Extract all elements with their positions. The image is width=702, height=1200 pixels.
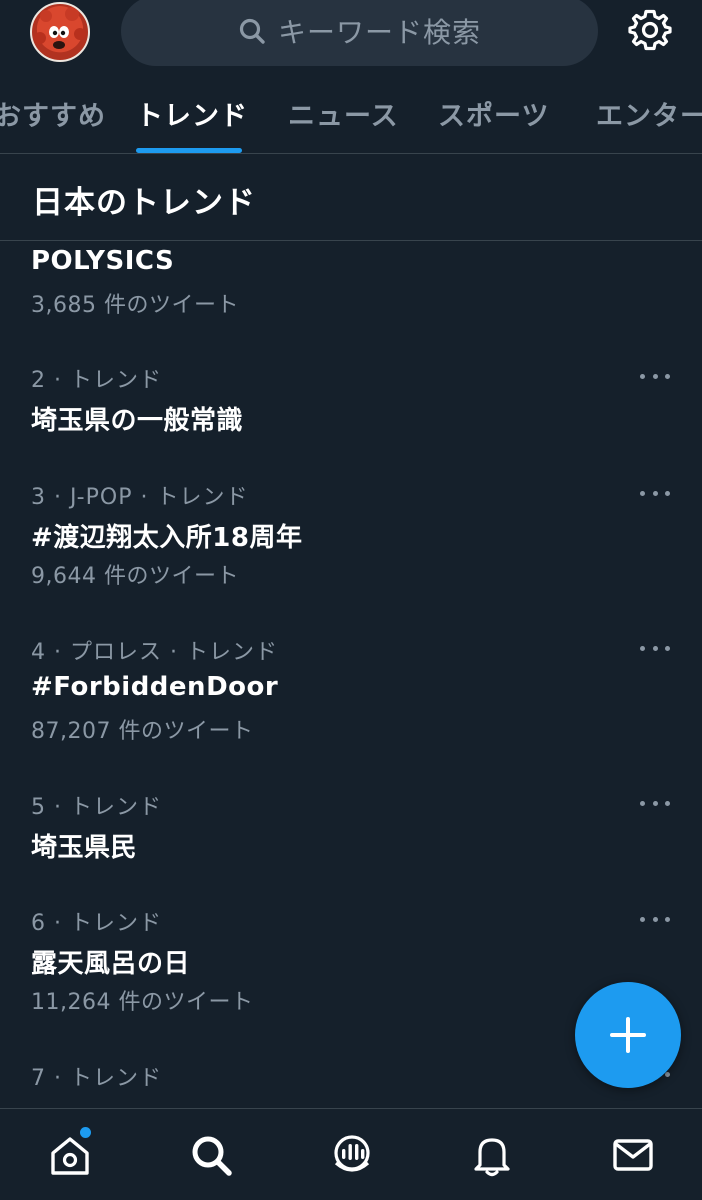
section-header: 日本のトレンド [0,155,702,241]
search-placeholder: キーワード検索 [277,16,481,49]
mail-icon [613,1139,653,1171]
nav-messages[interactable] [611,1133,655,1177]
tab-bar: おすすめ トレンド ニュース スポーツ エンターテイメント [0,80,702,154]
search-icon [192,1136,232,1176]
trend-meta: 2 · トレンド [31,368,162,393]
nav-explore[interactable] [189,1133,233,1177]
bell-icon [474,1138,510,1177]
compose-button[interactable] [575,982,681,1088]
tab-entertainment[interactable]: エンターテイメント [596,94,702,133]
trend-tweet-count: 9,644 件のツイート [31,564,239,589]
trend-meta: 6 · トレンド [31,911,162,936]
trend-meta: 4 · プロレス · トレンド [31,640,278,665]
more-icon[interactable] [640,642,670,654]
avatar[interactable] [30,2,90,62]
gear-icon[interactable] [628,8,672,52]
more-icon[interactable] [640,487,670,499]
bottom-nav [0,1108,702,1200]
trend-name: #ForbiddenDoor [31,672,279,702]
app: キーワード検索 おすすめ トレンド ニュース スポーツ エンターテイメント 日本… [0,0,702,1200]
notification-dot [80,1127,91,1138]
more-icon[interactable] [640,797,670,809]
nav-spaces[interactable] [330,1133,374,1177]
search-icon [239,18,265,44]
trend-meta: 5 · トレンド [31,795,162,820]
trend-tweet-count: 3,685 件のツイート [31,293,239,318]
home-icon [51,1137,89,1175]
trend-tweet-count: 11,264 件のツイート [31,990,254,1015]
spaces-icon [334,1135,370,1172]
trend-name: 埼玉県民 [31,833,138,863]
trend-name: #渡辺翔太入所18周年 [31,523,303,553]
nav-home[interactable] [48,1133,92,1177]
trend-name: 露天風呂の日 [31,949,191,979]
more-icon[interactable] [640,913,670,925]
trend-name: 埼玉県の一般常識 [31,406,244,436]
trend-name: POLYSICS [31,246,175,276]
tab-recommended[interactable]: おすすめ [0,94,106,133]
header: キーワード検索 [0,0,702,72]
plus-icon [610,1017,646,1053]
section-title: 日本のトレンド [32,185,256,221]
tab-news[interactable]: ニュース [288,94,399,133]
trend-meta: 3 · J-POP · トレンド [31,485,249,510]
avatar-image [34,7,86,49]
tab-sports[interactable]: スポーツ [438,94,549,133]
nav-notifications[interactable] [470,1133,514,1177]
tab-trending[interactable]: トレンド [136,94,248,133]
trend-tweet-count: 87,207 件のツイート [31,719,254,744]
search-bar[interactable]: キーワード検索 [121,0,598,66]
active-tab-indicator [136,148,242,153]
trend-meta: 7 · トレンド [31,1066,162,1091]
more-icon[interactable] [640,370,670,382]
